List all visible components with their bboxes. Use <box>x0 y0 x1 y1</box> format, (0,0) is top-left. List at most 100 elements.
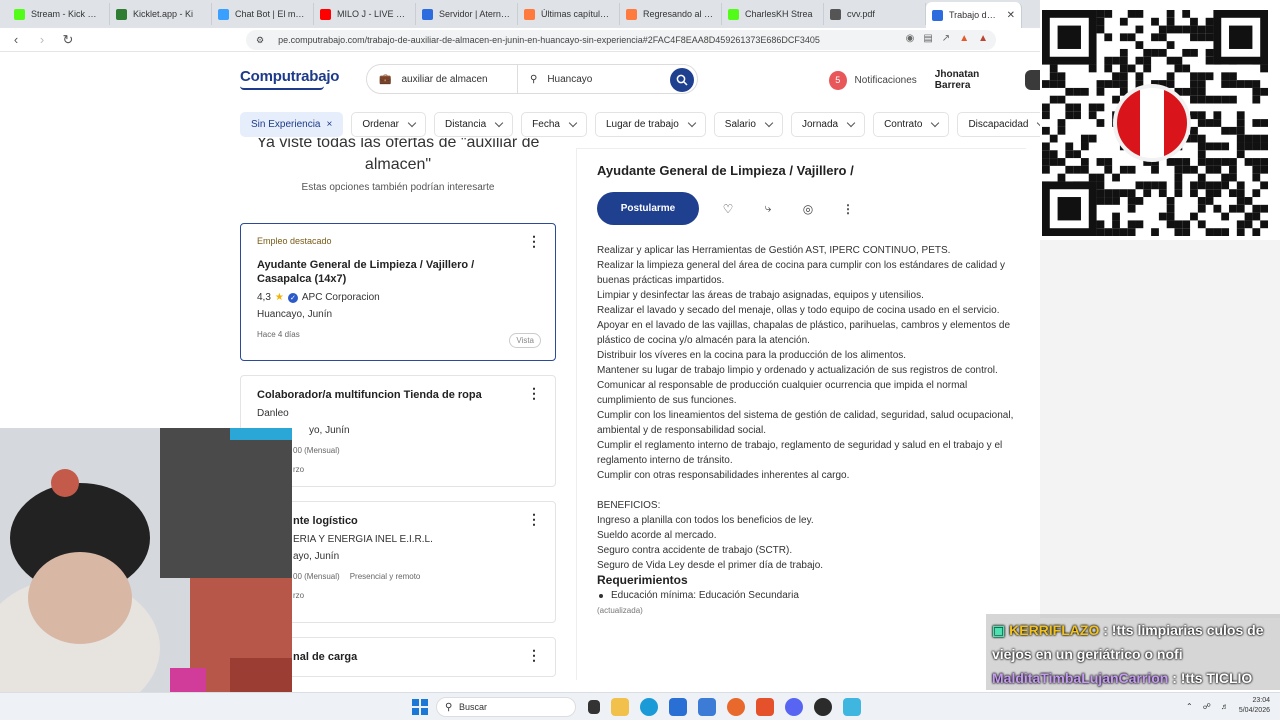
back-icon[interactable]: ‹ <box>6 32 26 47</box>
close-tab-icon[interactable]: ✕ <box>1007 10 1015 21</box>
filter-chip[interactable]: Distancia <box>434 112 514 137</box>
filter-chip[interactable]: Fecha <box>521 112 587 137</box>
chevron-down-icon <box>846 118 856 128</box>
more-options-icon[interactable]: ⋮ <box>527 234 541 248</box>
tab-favicon-icon <box>422 8 433 20</box>
chat-message: ▣ KERRIFLAZO : !tts limpiarias culos de … <box>992 618 1274 666</box>
company-name[interactable]: APC Corporacion <box>302 292 380 303</box>
network-icon[interactable]: ☍ <box>1203 702 1211 711</box>
browser-tab[interactable]: CharlesKH Strea <box>722 3 824 25</box>
company-name[interactable]: ERIA Y ENERGIA INEL E.I.R.L. <box>257 534 539 545</box>
browser-toolbar: ‹ › ↻ ⚙ pe.computrabajo.com/trabajo-de-a… <box>0 28 1040 52</box>
apply-button[interactable]: Postularme <box>597 192 699 225</box>
detail-actions: Postularme ♡ ⤷ ◎ ⋮ <box>597 192 1026 225</box>
user-name[interactable]: Jhonatan Barrera <box>935 69 1011 91</box>
job-card-featured[interactable]: ⋮ Empleo destacado Ayudante General de L… <box>240 223 556 361</box>
discord-icon[interactable] <box>785 698 803 716</box>
clock[interactable]: 23:04 5/04/2026 <box>1239 696 1270 716</box>
notepad-icon[interactable] <box>843 698 861 716</box>
address-bar[interactable]: ⚙ pe.computrabajo.com/trabajo-de-auxilia… <box>246 30 996 50</box>
description-line: Apoyar en el lavado de las vajillas, cha… <box>597 320 1011 346</box>
filter-chip[interactable]: Contrato <box>873 112 950 137</box>
browser-tab[interactable]: Servidor | Aternos | <box>416 3 518 25</box>
filter-chip[interactable]: Salario <box>713 112 783 137</box>
browser-tab[interactable]: Chat Bot | El mejor <box>212 3 314 25</box>
edge-icon[interactable] <box>640 698 658 716</box>
browser-tab[interactable]: Últimas capítulos | <box>518 3 620 25</box>
description-line: Realizar el lavado y secado del menaje, … <box>597 305 1000 316</box>
notifications-link[interactable]: Notificaciones <box>855 75 917 86</box>
requirements-heading: Requerimientos <box>597 573 688 587</box>
site-info-icon[interactable]: ⚙ <box>256 35 264 46</box>
remove-filter-icon[interactable]: × <box>326 119 332 130</box>
reload-icon[interactable]: ↻ <box>58 32 78 48</box>
job-title[interactable]: Ayudante General de Limpieza / Vajillero… <box>257 258 507 286</box>
overlay-background <box>1040 240 1280 618</box>
filter-label: Fecha <box>532 119 560 130</box>
salary-mode-row: 00 (Mensual) Presencial y remoto <box>257 572 539 581</box>
keyword-input[interactable]: auxiliar de almacen <box>401 74 487 85</box>
filter-chip[interactable]: Jornada <box>790 112 866 137</box>
filter-label: Discapacidad <box>968 119 1029 130</box>
job-title[interactable]: Colaborador/a multifuncion Tienda de rop… <box>257 388 507 402</box>
more-options-icon[interactable]: ⋮ <box>527 386 541 400</box>
file-explorer-icon[interactable] <box>611 698 629 716</box>
heart-icon[interactable]: ♡ <box>717 198 739 220</box>
salary: 00 (Mensual) <box>293 572 340 581</box>
forward-icon[interactable]: › <box>32 32 52 47</box>
keyword-field[interactable]: 💼 auxiliar de almacen <box>367 74 517 85</box>
filter-chip[interactable]: Sin Experiencia × <box>240 112 344 137</box>
share-icon[interactable]: ⤷ <box>757 198 779 220</box>
search-button[interactable] <box>670 68 694 92</box>
job-search-bar: 💼 auxiliar de almacen ⚲ Huancayo <box>366 64 698 94</box>
posted-date: rzo <box>293 591 305 600</box>
browser-tab[interactable]: Stream - Kick Dashb <box>8 3 110 25</box>
avatar[interactable] <box>1025 70 1040 90</box>
filter-chip[interactable]: Lugar de trabajo <box>594 112 706 137</box>
system-tray: ⌃ ☍ ♬ 23:04 5/04/2026 <box>1186 696 1270 716</box>
star-icon: ★ <box>274 292 284 303</box>
reader-icon[interactable]: ▤ <box>923 33 932 44</box>
job-title[interactable]: nal de carga <box>257 650 507 664</box>
rewards-icon[interactable]: ▲ <box>978 33 988 44</box>
company-name[interactable]: Danleo <box>257 408 539 419</box>
job-title[interactable]: nte logístico <box>257 514 507 528</box>
location-input[interactable]: Huancayo <box>547 74 592 85</box>
more-options-icon[interactable]: ⋮ <box>527 512 541 526</box>
firefox-icon[interactable] <box>727 698 745 716</box>
more-options-icon[interactable]: ⋮ <box>527 648 541 662</box>
brave-icon[interactable] <box>756 698 774 716</box>
browser-tab[interactable]: MILO J - LIVE SET 2 <box>314 3 416 25</box>
settings-app-icon[interactable] <box>698 698 716 716</box>
filter-label: Salario <box>724 119 756 130</box>
job-description: Realizar y aplicar las Herramientas de G… <box>597 243 1015 618</box>
description-line: Cumplir con los lineamientos del sistema… <box>597 410 1014 436</box>
location-field[interactable]: ⚲ Huancayo <box>518 74 668 85</box>
hide-eye-icon[interactable]: ◎ <box>797 198 819 220</box>
brave-shield-icon[interactable]: ▲ <box>959 33 969 44</box>
filter-chip[interactable]: Discapacidad <box>957 112 1040 137</box>
filter-bar: Sin Experiencia × Ordenar Distancia Fecha Lug… <box>240 112 1040 138</box>
more-options-icon[interactable]: ⋮ <box>837 198 859 220</box>
start-button[interactable] <box>412 699 428 715</box>
notification-badge[interactable]: 5 <box>829 70 847 90</box>
task-view-icon[interactable] <box>588 700 600 714</box>
lens-icon[interactable]: ◉ <box>906 33 915 44</box>
browser-tab[interactable]: cvv.pdf <box>824 3 926 25</box>
volume-icon[interactable]: ♬ <box>1221 702 1229 711</box>
browser-tab[interactable]: Regresando al Otro <box>620 3 722 25</box>
site-logo[interactable]: Computrabajo <box>240 68 339 90</box>
obs-icon[interactable] <box>814 698 832 716</box>
tab-favicon-icon <box>14 8 25 20</box>
browser-tab[interactable]: Trabajo de auxi ✕ <box>926 2 1022 28</box>
all-seen-message: Ya viste todas las ofertas de "auxiliar … <box>256 138 540 173</box>
share-icon[interactable]: ↗ <box>942 33 950 44</box>
taskbar-search[interactable]: ⚲ Buscar <box>436 697 576 717</box>
benefit-line: Sueldo acorde al mercado. <box>597 530 717 541</box>
chevron-down-icon <box>687 118 697 128</box>
chevron-up-icon[interactable]: ⌃ <box>1186 702 1193 711</box>
store-icon[interactable] <box>669 698 687 716</box>
browser-tab[interactable]: Kicklet.app - Ki <box>110 3 212 25</box>
filter-chip[interactable]: Ordenar <box>351 112 427 137</box>
